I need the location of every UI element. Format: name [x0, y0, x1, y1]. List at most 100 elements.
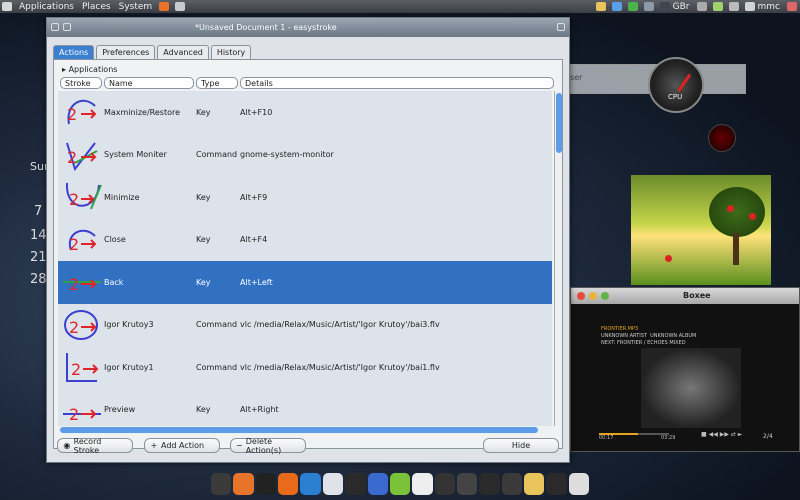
dock-app-icon[interactable]	[211, 473, 232, 495]
stroke-gesture-icon: 2	[63, 405, 101, 424]
record-stroke-button[interactable]: ◉ Record Stroke	[57, 436, 133, 455]
tray-app-icon[interactable]	[627, 2, 638, 11]
close-icon[interactable]	[577, 292, 585, 300]
applications-menu[interactable]: Applications	[15, 2, 78, 12]
action-details: Alt+F10	[240, 107, 273, 117]
action-row[interactable]: 2 Minimize Key Alt+F9	[58, 176, 552, 219]
compiz-icon[interactable]	[367, 473, 388, 495]
svg-text:2: 2	[69, 275, 79, 294]
minimize-icon[interactable]	[589, 292, 597, 300]
horizontal-scrollbar[interactable]	[58, 426, 552, 434]
boxee-icon[interactable]	[389, 473, 411, 495]
easystroke-window[interactable]: *Unsaved Document 1 - easystroke Actions…	[46, 17, 570, 463]
keyboard-layout-indicator[interactable]: GBr	[673, 2, 690, 12]
calendar-icon[interactable]	[412, 473, 433, 495]
tab-advanced[interactable]: Advanced	[157, 45, 209, 59]
power-icon[interactable]	[546, 473, 567, 495]
stroke-gesture-icon: 2	[65, 183, 102, 210]
battery-icon[interactable]	[712, 2, 723, 11]
dock	[210, 463, 590, 500]
action-name: Preview	[104, 405, 136, 415]
svg-text:2: 2	[69, 318, 79, 337]
firefox-icon[interactable]	[233, 473, 254, 495]
expander-arrow-icon[interactable]: ▸	[62, 65, 66, 74]
close-icon[interactable]	[51, 23, 59, 31]
action-row[interactable]: 2 Maxminize/Restore Key Alt+F10	[58, 91, 552, 134]
delete-action-button[interactable]: − Delete Action(s)	[230, 436, 306, 455]
gnome-foot-icon[interactable]	[2, 2, 12, 11]
svg-text:2: 2	[69, 235, 79, 254]
user-name[interactable]: mmc	[758, 2, 780, 12]
group-expander[interactable]: ▸ Applications	[62, 65, 117, 74]
boxee-window[interactable]: Boxee FRONTIER.MP3 UNKNOWN ARTIST UNKNOW…	[570, 287, 800, 452]
action-details: vlc /media/Relax/Music/Artist/'Igor Krut…	[240, 320, 440, 330]
dock-app-icon[interactable]	[501, 473, 523, 495]
places-menu[interactable]: Places	[78, 2, 115, 12]
playlist-position: 2/4	[763, 433, 773, 440]
twitter-icon[interactable]	[479, 473, 500, 495]
action-type: Key	[196, 235, 211, 245]
top-panel: Applications Places System GBr mmc	[0, 0, 800, 13]
network-icon[interactable]	[643, 2, 654, 11]
delete-action-label: Delete Action(s)	[245, 436, 282, 455]
action-row[interactable]: 2 Close Key Alt+F4	[58, 219, 552, 262]
add-icon: +	[150, 440, 158, 450]
playback-progress[interactable]	[599, 433, 669, 435]
action-row[interactable]: 2 System Moniter Command gnome-system-mo…	[58, 134, 552, 177]
record-stroke-label: Record Stroke	[73, 436, 102, 455]
dock-app-icon[interactable]	[524, 473, 545, 495]
user-icon[interactable]	[744, 2, 755, 11]
folder-icon[interactable]	[595, 2, 606, 11]
column-header-name[interactable]: Name	[104, 77, 194, 89]
minimize-icon[interactable]	[63, 23, 71, 31]
action-details: Alt+Left	[240, 277, 273, 287]
media-icon[interactable]	[278, 473, 299, 495]
add-action-button[interactable]: + Add Action	[144, 438, 220, 453]
hide-button[interactable]: Hide	[483, 438, 559, 453]
action-row[interactable]: 2 Igor Krutoy1 Command vlc /media/Relax/…	[58, 346, 552, 389]
tab-history[interactable]: History	[210, 45, 252, 59]
svg-text:2: 2	[67, 105, 77, 124]
column-header-details[interactable]: Details	[240, 77, 554, 89]
tree-trunk	[733, 233, 739, 265]
record-icon: ◉	[63, 440, 71, 450]
dock-app-icon[interactable]	[322, 473, 344, 495]
keyboard-icon[interactable]	[659, 2, 670, 11]
column-header-type[interactable]: Type	[196, 77, 238, 89]
dock-app-icon[interactable]	[434, 473, 455, 495]
scrollbar-thumb[interactable]	[60, 427, 538, 433]
scrollbar-thumb[interactable]	[556, 93, 562, 153]
action-name: Close	[104, 235, 126, 245]
column-header-stroke[interactable]: Stroke	[60, 77, 102, 89]
volume-icon[interactable]	[696, 2, 707, 11]
power-icon[interactable]	[728, 2, 739, 11]
system-menu[interactable]: System	[115, 2, 157, 12]
feather-icon[interactable]	[300, 473, 321, 495]
close-icon[interactable]	[557, 23, 565, 31]
action-details: Alt+Right	[240, 405, 279, 415]
action-row[interactable]: 2 Preview Key Alt+Right	[58, 389, 552, 427]
action-row-selected[interactable]: 2 Back Key Alt+Left	[58, 261, 552, 304]
calendar-date: 28	[30, 272, 47, 287]
svg-text:2: 2	[69, 405, 79, 424]
track-file: FRONTIER.MP3	[601, 326, 639, 332]
window-titlebar[interactable]: *Unsaved Document 1 - easystroke	[47, 18, 569, 37]
tab-preferences[interactable]: Preferences	[96, 45, 156, 59]
maximize-icon[interactable]	[601, 292, 609, 300]
dock-app-icon[interactable]	[255, 473, 277, 495]
shutdown-icon[interactable]	[787, 2, 797, 11]
dock-app-icon[interactable]	[456, 473, 478, 495]
tab-actions[interactable]: Actions	[53, 45, 95, 59]
firefox-launcher-icon[interactable]	[159, 2, 170, 11]
action-row[interactable]: 2 Igor Krutoy3 Command vlc /media/Relax/…	[58, 304, 552, 347]
vertical-scrollbar[interactable]	[554, 91, 562, 426]
pencil-icon[interactable]	[568, 473, 590, 495]
actions-list[interactable]: 2 Maxminize/Restore Key Alt+F10 2 System…	[58, 91, 552, 426]
player-controls[interactable]: ■ ◀◀ ▶▶ ⇄ ►	[701, 431, 742, 438]
boxee-titlebar[interactable]: Boxee	[571, 288, 799, 304]
tray-app-icon[interactable]	[611, 2, 622, 11]
launcher-icon[interactable]	[175, 2, 186, 11]
action-type: Key	[196, 405, 211, 415]
cpu-gauge: CPU	[648, 57, 704, 113]
dock-app-icon[interactable]	[345, 473, 366, 495]
